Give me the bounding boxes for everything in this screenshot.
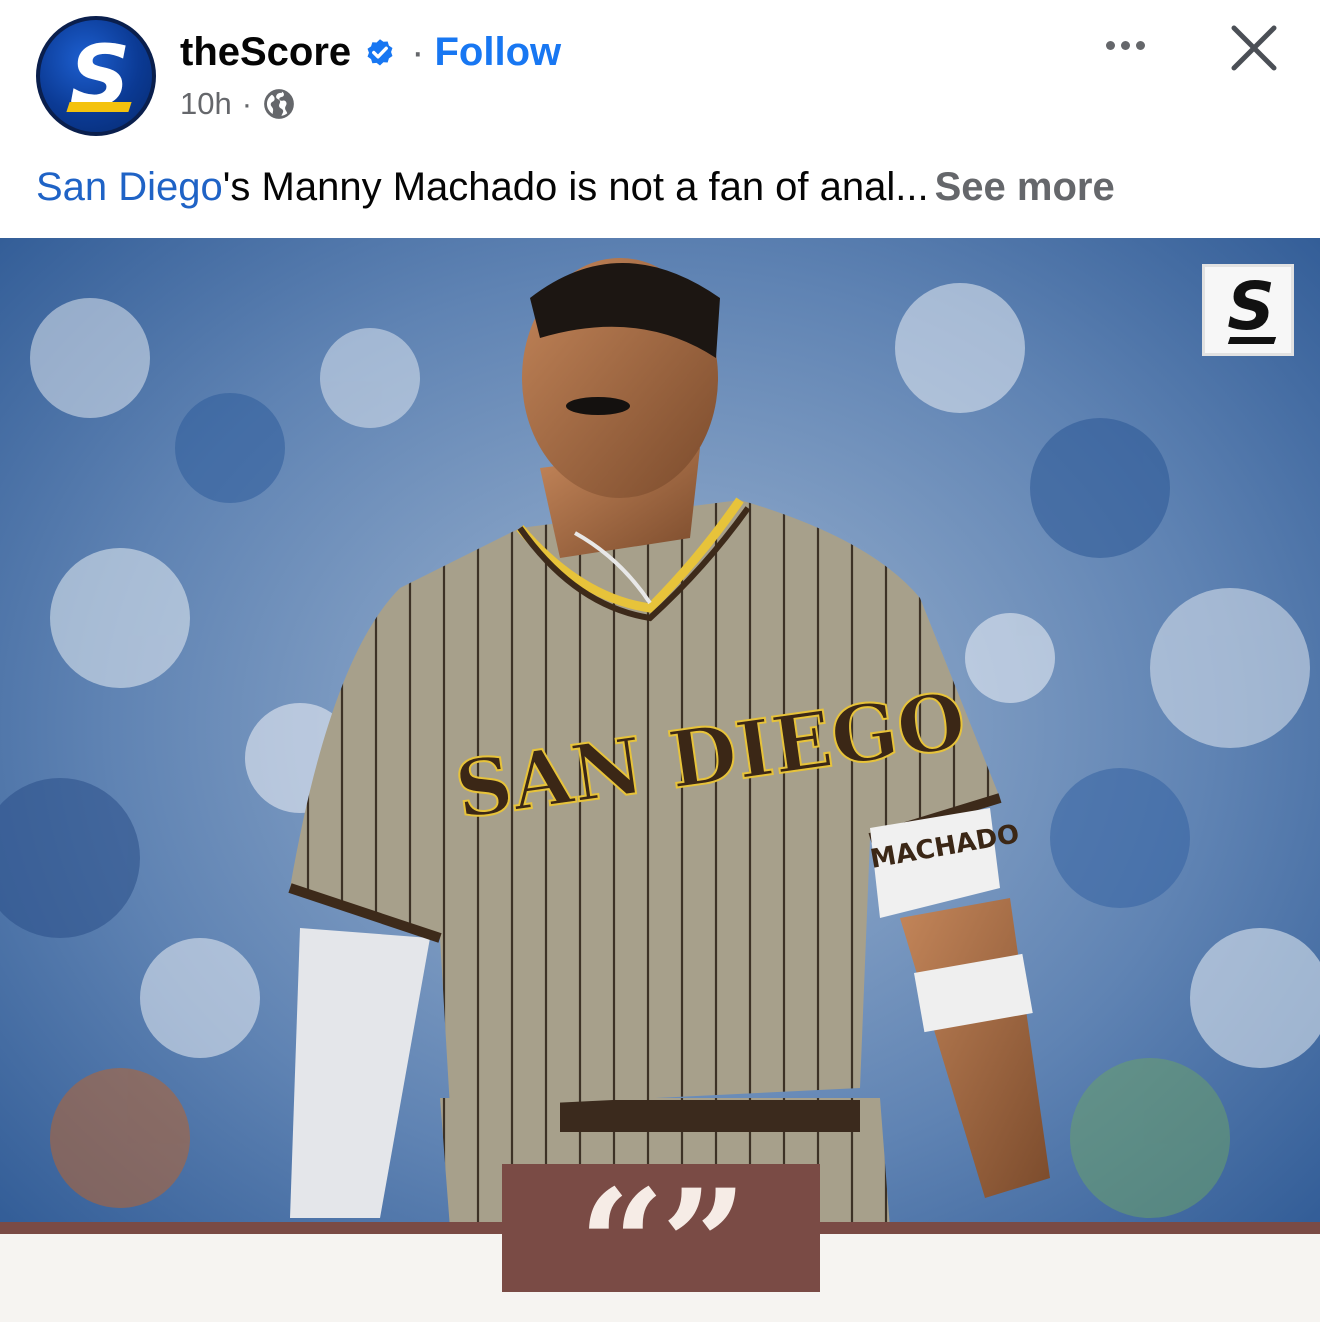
name-separator: · [411,29,425,74]
thescore-watermark: S [1202,264,1294,356]
more-options-icon[interactable] [1090,22,1160,68]
caption-text: 's Manny Machado is not a fan of anal... [222,165,929,209]
post-caption: San Diego's Manny Machado is not a fan o… [36,160,1296,220]
page-avatar[interactable]: S [36,16,156,136]
globe-icon[interactable] [262,87,296,121]
caption-tag-link[interactable]: San Diego [36,165,223,209]
avatar-logo-bar [66,102,132,112]
watermark-bar [1227,337,1277,344]
page-name[interactable]: theScore [180,30,351,75]
more-dot [1120,40,1130,50]
post-header: S theScore · Follow 10h · [0,0,1320,150]
follow-button[interactable]: Follow [435,30,562,75]
see-more-button[interactable]: See more [935,165,1115,209]
player-belt [560,1100,860,1132]
post-photo[interactable]: SAN DIEGO MACHADO S “” [0,238,1320,1322]
meta-separator: · [241,86,253,121]
watermark-letter: S [1227,268,1275,345]
more-dot [1105,40,1115,50]
quote-marks-icon: “” [578,1157,748,1322]
quote-box: “” [502,1164,820,1320]
name-row: theScore · Follow [180,26,561,78]
player-eye-black [566,397,630,415]
close-icon[interactable] [1226,20,1282,76]
verified-badge-icon [367,39,393,66]
more-dot [1135,40,1145,50]
post-timestamp[interactable]: 10h [180,86,232,122]
post-meta: 10h · [180,84,296,124]
